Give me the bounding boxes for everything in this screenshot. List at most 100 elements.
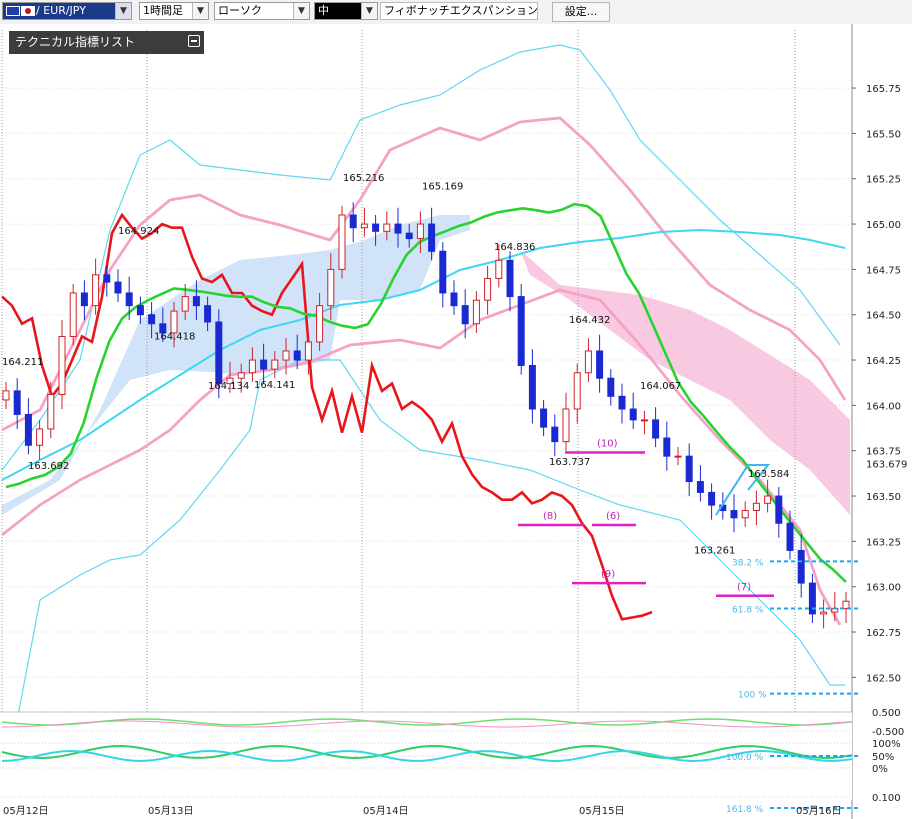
count-marker-label: (9) xyxy=(601,569,615,580)
drawing-tool-label: フィボナッチエクスパンション xyxy=(384,4,538,17)
candle-down xyxy=(24,413,32,446)
candle-down xyxy=(394,223,402,234)
price-annotation: 163.584 xyxy=(748,469,789,480)
y-tick-label: 165.75 xyxy=(866,84,901,95)
oscillator-panel: 0.500 -0.500100% 50%0% 0.100 100.0 % xyxy=(0,708,904,809)
price-annotation: 164.924 xyxy=(118,226,159,237)
candle-down xyxy=(685,455,693,483)
y-tick-label: 165.25 xyxy=(866,175,901,186)
candle-up xyxy=(271,359,279,370)
candle-up xyxy=(383,223,391,232)
drawing-tool-field[interactable]: フィボナッチエクスパンション xyxy=(380,2,538,20)
candle-up xyxy=(170,310,178,334)
price-annotation: 164.418 xyxy=(154,332,195,343)
y-tick-label: 164.25 xyxy=(866,356,901,367)
candle-down xyxy=(551,426,559,443)
candle-up xyxy=(327,268,335,307)
price-annotation: 164.432 xyxy=(569,315,610,326)
chart-toolbar: / EUR/JPY ▼ 1時間足 ▼ ローソク ▼ 中 ▼ フィボナッチエクスパ… xyxy=(0,0,912,25)
candle-down xyxy=(192,296,200,307)
y-tick-label: 164.75 xyxy=(866,265,901,276)
line-width-label: 中 xyxy=(318,4,329,17)
candle-down xyxy=(797,549,805,584)
chart-type-select[interactable]: ローソク ▼ xyxy=(214,2,310,20)
candle-down xyxy=(506,259,514,298)
candle-up xyxy=(69,292,77,337)
y-tick-label: 163.00 xyxy=(866,583,901,594)
count-marker-label: (10) xyxy=(597,439,618,450)
candle-down xyxy=(786,522,794,551)
candle-down xyxy=(125,292,133,307)
chevron-down-icon: ▼ xyxy=(361,3,377,19)
oscillator-tick-label: 100% xyxy=(872,739,901,750)
candle-up xyxy=(248,359,256,374)
y-tick-label: 163.25 xyxy=(866,537,901,548)
indicator-list-title: テクニカル指標リスト xyxy=(15,35,136,49)
count-marker-label: (7) xyxy=(737,582,751,593)
candle-down xyxy=(663,437,671,457)
japan-flag-icon xyxy=(21,6,35,16)
eu-flag-icon xyxy=(6,6,20,16)
candle-down xyxy=(652,419,660,439)
candle-up xyxy=(47,394,55,430)
candle-up xyxy=(562,408,570,443)
fibonacci-level-label: 61.8 % xyxy=(732,605,764,615)
candle-down xyxy=(80,292,88,307)
oscillator-tick-label: 0% xyxy=(872,764,888,775)
candle-up xyxy=(282,350,290,361)
y-tick-label: 162.75 xyxy=(866,628,901,639)
symbol-select[interactable]: / EUR/JPY ▼ xyxy=(2,2,132,20)
candle-down xyxy=(461,305,469,325)
candle-down xyxy=(540,408,548,428)
candle-down xyxy=(696,481,704,493)
x-tick-label: 05月13日 xyxy=(148,805,193,817)
chevron-down-icon: ▼ xyxy=(293,3,309,19)
candle-up xyxy=(484,277,492,301)
candle-down xyxy=(215,321,223,385)
candle-down xyxy=(405,232,413,240)
period-label: 1時間足 xyxy=(143,4,183,17)
line-width-select[interactable]: 中 ▼ xyxy=(314,2,378,20)
y-tick-label: 164.50 xyxy=(866,311,901,322)
oscillator-tick-label: 50% xyxy=(872,752,894,763)
candle-down xyxy=(136,305,144,316)
settings-button[interactable]: 設定... xyxy=(552,2,610,22)
candle-up xyxy=(181,296,189,312)
candle-down xyxy=(618,395,626,410)
candle-up xyxy=(764,495,772,504)
candle-down xyxy=(103,274,111,283)
price-annotation: 163.261 xyxy=(694,545,735,556)
price-annotation: 164.836 xyxy=(494,242,535,253)
chevron-down-icon: ▼ xyxy=(192,3,208,19)
candle-up xyxy=(842,600,850,609)
indicator-list-panel[interactable]: テクニカル指標リスト xyxy=(9,31,204,54)
x-tick-label: 05月14日 xyxy=(363,805,408,817)
price-annotation: 165.216 xyxy=(343,173,384,184)
candle-down xyxy=(439,250,447,294)
y-tick-label: 165.00 xyxy=(866,220,901,231)
candle-down xyxy=(708,491,716,506)
x-tick-label: 05月15日 xyxy=(579,805,624,817)
current-price-label: 163.679 xyxy=(866,460,907,471)
x-tick-label: 05月16日 xyxy=(796,805,841,817)
y-tick-label: 164.00 xyxy=(866,401,901,412)
candle-down xyxy=(260,359,268,370)
symbol-label: / EUR/JPY xyxy=(36,4,86,17)
candle-down xyxy=(372,223,380,232)
candle-up xyxy=(820,611,828,615)
oscillator-tick-label: 0.500 xyxy=(872,708,901,719)
oscillator-tick-label: -0.500 xyxy=(872,727,904,738)
period-select[interactable]: 1時間足 ▼ xyxy=(139,2,209,20)
candle-up xyxy=(752,502,760,512)
minimize-icon[interactable] xyxy=(188,35,200,47)
candle-up xyxy=(360,223,368,229)
candle-down xyxy=(730,510,738,519)
price-annotation: 164.141 xyxy=(254,380,295,391)
y-tick-label: 162.50 xyxy=(866,673,901,684)
oscillator-fib-label: 100.0 % xyxy=(726,753,764,763)
fibonacci-level-label: 161.8 % xyxy=(726,805,764,815)
candle-up xyxy=(584,350,592,374)
fibonacci-level-label: 38.2 % xyxy=(732,558,764,568)
price-annotation: 163.692 xyxy=(28,461,69,472)
candle-up xyxy=(92,274,100,307)
